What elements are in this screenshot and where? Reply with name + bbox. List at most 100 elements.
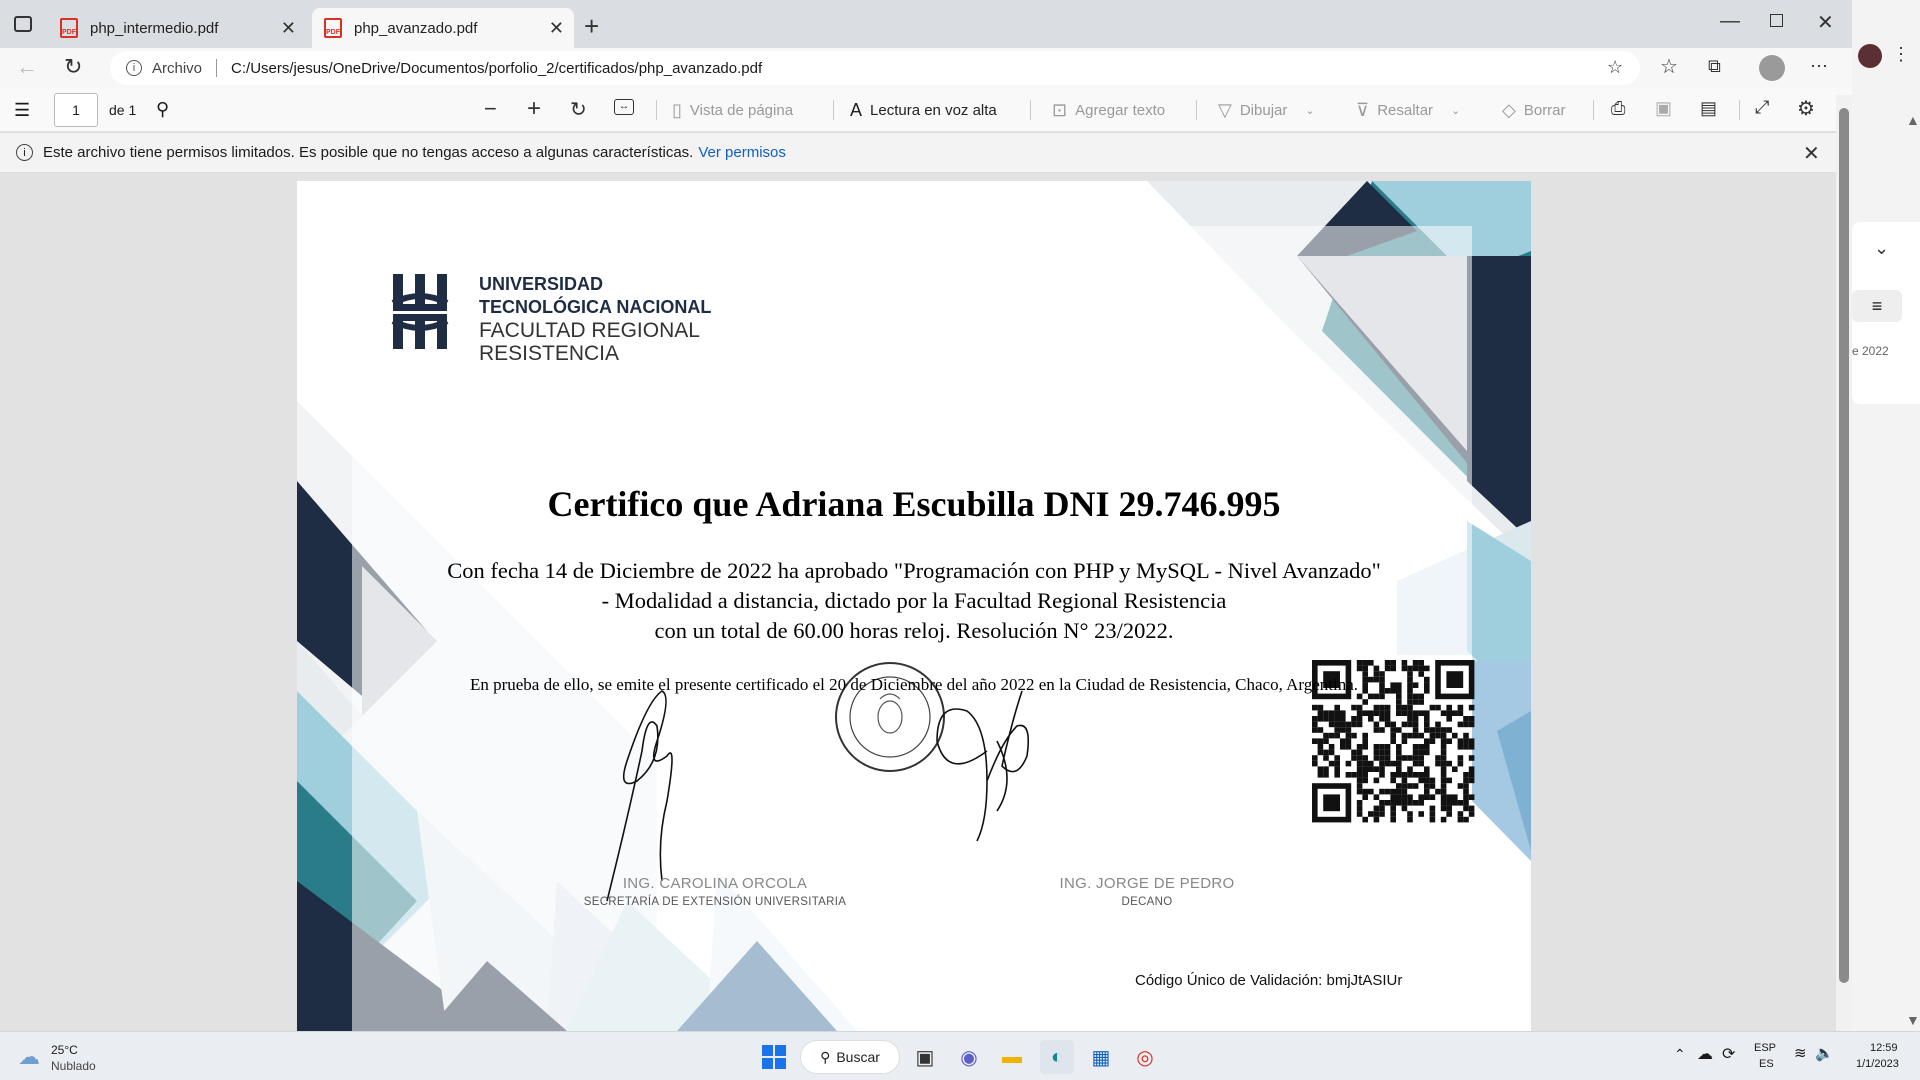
more-icon[interactable]: ⋮ bbox=[1892, 44, 1910, 65]
page-number-input[interactable]: 1 bbox=[54, 93, 98, 127]
taskbar-search[interactable]: ⚲ Buscar bbox=[800, 1040, 900, 1074]
highlight-button[interactable]: ⊽ Resaltar ⌄ bbox=[1356, 100, 1460, 121]
chrome-icon[interactable]: ◎ bbox=[1128, 1040, 1162, 1074]
clock-time[interactable]: 12:59 bbox=[1870, 1042, 1898, 1054]
signer-2-name: ING. JORGE DE PEDRO bbox=[1059, 875, 1235, 892]
permissions-infobar: i Este archivo tiene permisos limitados.… bbox=[0, 133, 1852, 173]
signer-2-role: DECANO bbox=[1121, 896, 1173, 908]
save-icon[interactable]: ▣ bbox=[1655, 98, 1672, 119]
expand-arrow-icon[interactable]: ▼ bbox=[1906, 1012, 1920, 1028]
validation-code: Código Único de Validación: bmjJtASIUr bbox=[1135, 972, 1403, 989]
pdf-file-icon: PDF bbox=[324, 18, 342, 38]
chevron-down-icon[interactable]: ⌄ bbox=[1874, 238, 1889, 259]
side-panel-card: ⌄ ≡ e 2022 bbox=[1852, 222, 1920, 404]
chat-icon[interactable]: ◉ bbox=[952, 1040, 986, 1074]
show-hidden-icons[interactable]: ⌃ bbox=[1674, 1046, 1686, 1063]
profile-avatar[interactable] bbox=[1759, 55, 1785, 81]
search-label: Buscar bbox=[836, 1049, 880, 1065]
sync-icon[interactable]: ⟳ bbox=[1722, 1044, 1735, 1064]
close-tab-icon[interactable]: ✕ bbox=[281, 18, 296, 39]
save-as-icon[interactable]: ▤ bbox=[1700, 98, 1717, 119]
read-aloud-button[interactable]: A Lectura en voz alta bbox=[850, 100, 997, 121]
divider bbox=[656, 100, 657, 120]
chevron-down-icon[interactable]: ⌄ bbox=[1451, 104, 1460, 117]
back-icon[interactable]: ← bbox=[16, 54, 38, 80]
tab-actions-icon[interactable] bbox=[14, 16, 32, 32]
language-secondary[interactable]: ES bbox=[1759, 1058, 1774, 1070]
collapse-arrow-icon[interactable]: ▲ bbox=[1906, 112, 1920, 128]
certificate-body-1: Con fecha 14 de Diciembre de 2022 ha apr… bbox=[447, 558, 1381, 583]
certificate-body-2: - Modalidad a distancia, dictado por la … bbox=[601, 588, 1227, 613]
favorites-icon[interactable]: ☆ bbox=[1660, 54, 1678, 79]
divider bbox=[833, 100, 834, 120]
page-view-icon: ▯ bbox=[672, 100, 682, 120]
language-primary[interactable]: ESP bbox=[1754, 1042, 1776, 1054]
url-text[interactable]: C:/Users/jesus/OneDrive/Documentos/porfo… bbox=[231, 60, 762, 77]
divider bbox=[216, 59, 218, 77]
rotate-icon[interactable]: ↻ bbox=[570, 97, 587, 122]
logo-line-3: FACULTAD REGIONAL bbox=[479, 319, 700, 342]
add-text-button[interactable]: ⊡ Agregar texto bbox=[1052, 100, 1165, 121]
tab-php-intermedio[interactable]: PDF php_intermedio.pdf ✕ bbox=[48, 8, 306, 48]
erase-button[interactable]: ◇ Borrar bbox=[1502, 100, 1566, 121]
divider bbox=[1593, 100, 1594, 120]
signer-1-name: ING. CAROLINA ORCOLA bbox=[622, 875, 808, 892]
divider bbox=[1196, 100, 1197, 120]
weather-desc[interactable]: Nublado bbox=[51, 1059, 96, 1073]
file-explorer-icon[interactable]: ▬ bbox=[995, 1040, 1029, 1074]
zoom-in-icon[interactable]: + bbox=[527, 95, 541, 123]
add-favorite-icon[interactable]: ☆ bbox=[1607, 57, 1623, 78]
side-panel: ⋮ ▲ ▼ bbox=[1852, 0, 1920, 1031]
cloud-icon: ☁ bbox=[18, 1044, 40, 1069]
close-window-icon[interactable]: ✕ bbox=[1817, 10, 1834, 35]
close-tab-icon[interactable]: ✕ bbox=[549, 18, 564, 39]
scrollbar-thumb[interactable] bbox=[1839, 108, 1849, 983]
profile-avatar[interactable] bbox=[1858, 44, 1882, 68]
start-icon[interactable] bbox=[757, 1040, 791, 1074]
more-menu-icon[interactable]: ⋯ bbox=[1810, 56, 1828, 77]
address-bar[interactable]: i Archivo C:/Users/jesus/OneDrive/Docume… bbox=[110, 51, 1640, 85]
volume-icon[interactable]: 🔈 bbox=[1815, 1044, 1834, 1062]
zoom-out-icon[interactable]: − bbox=[484, 96, 497, 122]
maximize-icon[interactable] bbox=[1770, 14, 1783, 27]
info-icon: i bbox=[16, 144, 33, 161]
chevron-down-icon[interactable]: ⌄ bbox=[1305, 104, 1314, 117]
fit-page-icon[interactable]: ↔ bbox=[614, 99, 634, 115]
tab-label: php_avanzado.pdf bbox=[354, 19, 478, 37]
university-logo-text: UNIVERSIDAD TECNOLÓGICA NACIONAL FACULTA… bbox=[479, 273, 711, 365]
onedrive-icon[interactable]: ☁ bbox=[1697, 1044, 1713, 1064]
erase-label: Borrar bbox=[1523, 102, 1566, 119]
fullscreen-icon[interactable]: ⤢ bbox=[1755, 97, 1769, 118]
collections-icon[interactable]: ⧉ bbox=[1708, 56, 1721, 77]
page-total: de 1 bbox=[109, 102, 137, 118]
settings-gear-icon[interactable]: ⚙ bbox=[1797, 96, 1815, 121]
wifi-icon[interactable]: ≋ bbox=[1794, 1044, 1807, 1062]
draw-icon: ▽ bbox=[1218, 100, 1232, 120]
view-permissions-link[interactable]: Ver permisos bbox=[698, 144, 786, 161]
clock-date[interactable]: 1/1/2023 bbox=[1856, 1058, 1899, 1070]
highlight-label: Resaltar bbox=[1377, 102, 1434, 119]
contents-icon[interactable]: ☰ bbox=[14, 100, 30, 121]
minimize-icon[interactable]: — bbox=[1720, 10, 1740, 33]
edge-icon[interactable]: ◐ bbox=[1040, 1040, 1074, 1074]
info-icon[interactable]: i bbox=[126, 60, 142, 76]
tab-php-avanzado[interactable]: PDF php_avanzado.pdf ✕ bbox=[312, 8, 574, 48]
close-infobar-icon[interactable]: ✕ bbox=[1803, 141, 1820, 166]
certificate-page: UNIVERSIDAD TECNOLÓGICA NACIONAL FACULTA… bbox=[297, 181, 1531, 1031]
draw-label: Dibujar bbox=[1239, 102, 1288, 119]
draw-button[interactable]: ▽ Dibujar ⌄ bbox=[1218, 100, 1315, 121]
refresh-icon[interactable]: ↻ bbox=[64, 54, 82, 80]
print-icon[interactable]: ⎙ bbox=[1611, 98, 1625, 119]
page-view-label: Vista de página bbox=[689, 102, 794, 119]
search-icon[interactable]: ⚲ bbox=[156, 99, 169, 120]
certificate-body-3: con un total de 60.00 horas reloj. Resol… bbox=[654, 618, 1174, 643]
filter-icon[interactable]: ≡ bbox=[1852, 290, 1902, 322]
add-text-label: Agregar texto bbox=[1075, 102, 1166, 119]
weather-temp[interactable]: 25°C bbox=[51, 1043, 78, 1057]
logo-line-2: TECNOLÓGICA NACIONAL bbox=[479, 297, 712, 317]
store-icon[interactable]: ▦ bbox=[1084, 1040, 1118, 1074]
infobar-message: Este archivo tiene permisos limitados. E… bbox=[43, 144, 694, 161]
new-tab-icon[interactable]: + bbox=[584, 11, 599, 42]
page-view-button[interactable]: ▯ Vista de página bbox=[672, 100, 793, 121]
task-view-icon[interactable]: ▣ bbox=[908, 1040, 942, 1074]
